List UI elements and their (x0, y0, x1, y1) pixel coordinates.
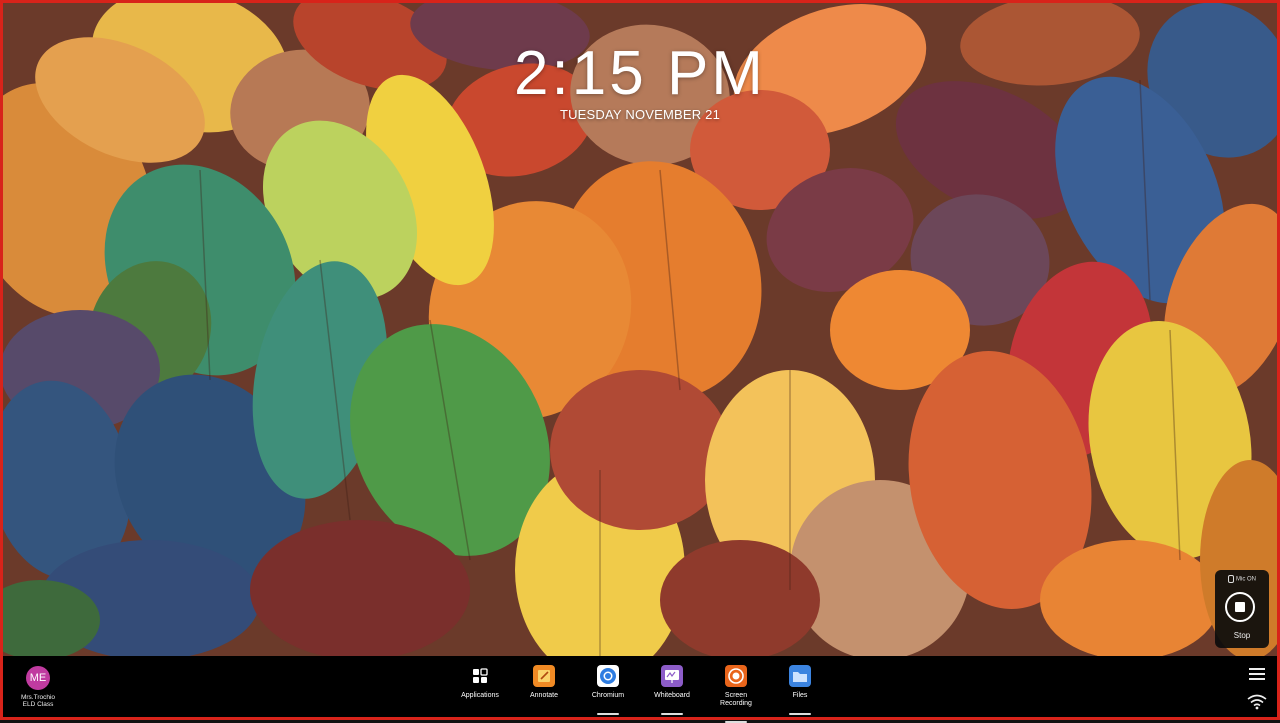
taskbar-app-whiteboard[interactable]: Whiteboard (642, 665, 702, 715)
lock-clock-time: 2:15 PM (514, 39, 766, 108)
taskbar-app-annotate[interactable]: Annotate (514, 665, 574, 700)
hamburger-menu-icon[interactable] (1249, 668, 1265, 680)
running-indicator (661, 713, 683, 715)
app-label: Files (792, 692, 808, 699)
stop-icon (1235, 602, 1245, 612)
app-label-line1: Screen (724, 692, 748, 699)
user-class: ELD Class (22, 701, 54, 708)
microphone-icon (1228, 575, 1234, 583)
app-label: Whiteboard (654, 692, 690, 699)
app-label: Screen Recording (706, 692, 766, 708)
screen-recording-icon (725, 665, 747, 687)
running-indicator (789, 713, 811, 715)
recording-widget: Mic ON Stop (1215, 570, 1269, 648)
running-indicator (597, 713, 619, 715)
avatar: ME (26, 666, 50, 690)
lock-clock-date: TUESDAY NOVEMBER 21 (559, 107, 721, 122)
taskbar-app-applications[interactable]: Applications (450, 665, 510, 700)
app-label-line2: Recording (720, 700, 752, 707)
user-profile[interactable]: ME Mrs.Trochio ELD Class (14, 666, 62, 708)
mic-status: Mic ON (1215, 575, 1269, 583)
user-name: Mrs.Trochio (20, 694, 56, 701)
stop-recording-button[interactable] (1225, 592, 1255, 622)
whiteboard-icon (661, 665, 683, 687)
taskbar-app-chromium[interactable]: Chromium (578, 665, 638, 715)
chromium-icon (597, 665, 619, 687)
mic-status-label: Mic ON (1236, 576, 1256, 583)
app-label: Chromium (591, 692, 625, 699)
folder-icon (789, 665, 811, 687)
annotate-icon (533, 665, 555, 687)
grid-icon (469, 665, 491, 687)
app-label: Applications (461, 692, 499, 699)
wifi-icon[interactable] (1247, 694, 1267, 710)
stop-label: Stop (1233, 631, 1251, 640)
taskbar: ME Mrs.Trochio ELD Class Applications An… (0, 656, 1280, 723)
taskbar-app-files[interactable]: Files (770, 665, 830, 715)
taskbar-app-screen-recording[interactable]: Screen Recording (706, 665, 766, 723)
app-label: Annotate (529, 692, 559, 699)
